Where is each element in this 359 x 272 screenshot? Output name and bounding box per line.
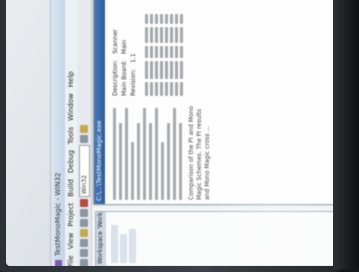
save-icon[interactable] (80, 239, 88, 247)
menu-window[interactable]: Window (67, 93, 75, 121)
menu-tools[interactable]: Tools (67, 127, 75, 144)
text-line (137, 123, 140, 200)
tree-node[interactable] (129, 229, 136, 263)
workspace-panel: Workspace 'Workspace' (95, 211, 336, 266)
open-folder-icon[interactable] (80, 249, 88, 257)
console-table (145, 2, 183, 96)
text-line (179, 123, 182, 200)
info-row: Description: Scanner (112, 2, 119, 96)
menu-file[interactable]: File (67, 255, 75, 266)
config-select[interactable]: Win32 (78, 145, 90, 197)
toolbar: Win32 (77, 0, 92, 266)
paste-icon[interactable] (80, 209, 88, 217)
tree-node[interactable] (120, 234, 127, 263)
console-window: C:\...\TestMonoMagic.exe Comparison of t… (93, 0, 336, 205)
text-line (161, 142, 164, 200)
table-row (160, 2, 163, 96)
text-line (173, 107, 176, 200)
text-line (131, 142, 134, 200)
info-value: Scanner (112, 29, 119, 54)
table-row (180, 2, 183, 96)
workspace-tree (106, 212, 141, 266)
info-row: Revision: 1.1 (130, 2, 137, 96)
text-line (167, 123, 170, 200)
text-line (149, 123, 152, 200)
cut-icon[interactable] (80, 229, 88, 237)
workspace-header: Workspace 'Workspace' (96, 212, 106, 266)
console-text-left: Comparison of the PI and Mono Magic Sche… (110, 104, 336, 200)
menu-help[interactable]: Help (67, 71, 75, 87)
ide-title: TestMonoMagic - WIN32 (54, 172, 62, 257)
new-file-icon[interactable] (80, 259, 88, 266)
stop-icon[interactable] (80, 199, 88, 207)
ide-titlebar: TestMonoMagic - WIN32 (51, 0, 65, 266)
menu-view[interactable]: View (67, 233, 75, 250)
text-line (125, 107, 128, 200)
run-icon[interactable] (80, 125, 88, 133)
info-key: Description: (112, 59, 119, 96)
copy-icon[interactable] (80, 219, 88, 227)
menu-project[interactable]: Project (67, 203, 75, 227)
menu-bar: File View Project Build Debug Tools Wind… (65, 0, 77, 266)
monitor-edge (333, 0, 359, 269)
tree-node[interactable] (111, 224, 118, 263)
monitor-screen: TestMonoMagic - WIN32 File View Project … (6, 0, 336, 266)
app-icon (54, 260, 62, 266)
table-row (155, 2, 158, 96)
table-row (170, 2, 173, 96)
table-row (145, 2, 148, 96)
info-value: 1.1 (130, 53, 137, 63)
ide-body: Workspace 'Workspace' C:\...\TestMonoMag… (91, 0, 336, 266)
menu-debug[interactable]: Debug (67, 150, 75, 173)
ide-window: TestMonoMagic - WIN32 File View Project … (50, 0, 336, 266)
table-row (175, 2, 178, 96)
info-row: Main Board: Main (121, 2, 128, 96)
console-note: Comparison of the PI and Mono Magic Sche… (188, 105, 211, 200)
console-title: C:\...\TestMonoMagic.exe (94, 0, 105, 204)
info-value: Main (121, 39, 128, 55)
menu-build[interactable]: Build (67, 179, 75, 197)
table-row (150, 2, 153, 96)
table-row (165, 2, 168, 96)
text-line (143, 107, 146, 200)
console-text-right: Description: Scanner Main Board: Main Re… (110, 2, 336, 96)
info-key: Revision: (130, 68, 137, 96)
console-content: Comparison of the PI and Mono Magic Sche… (110, 2, 336, 200)
text-line (155, 107, 158, 200)
build-icon[interactable] (80, 135, 88, 143)
text-line (113, 107, 116, 200)
info-key: Main Board: (121, 60, 128, 96)
text-line (119, 123, 122, 200)
rotated-desktop: TestMonoMagic - WIN32 File View Project … (50, 0, 336, 266)
